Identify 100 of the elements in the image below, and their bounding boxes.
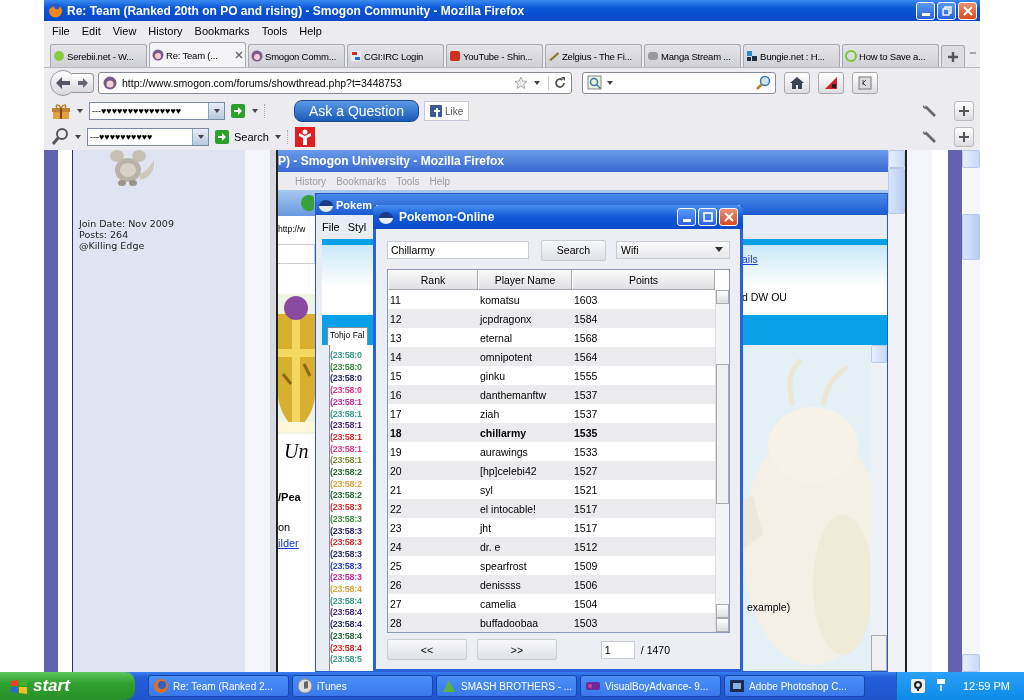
star-icon [514, 76, 528, 90]
tab-icon [647, 50, 659, 62]
tab-label: Serebii.net - W... [67, 50, 134, 62]
menu-item[interactable]: Styl [347, 221, 367, 233]
dropdown-button[interactable] [192, 129, 208, 145]
link[interactable]: ails [742, 253, 787, 265]
ball-icon [378, 210, 394, 224]
page-link[interactable]: ilder [278, 537, 315, 549]
like-button[interactable]: Like [423, 101, 470, 121]
close-button[interactable] [719, 208, 738, 226]
chat-timestamp: (23:58:0 [330, 350, 363, 362]
chat-timestamp: (23:58:2 [330, 467, 363, 479]
table-cell-text: 1517 [573, 521, 599, 534]
table-row[interactable]: 20 [hp]celebi42 1527 [388, 461, 715, 480]
tab-label: Bungie.net : H... [760, 50, 825, 62]
key-icon [858, 76, 872, 90]
caret-icon [533, 80, 541, 86]
taskbar-button[interactable]: Re: Team (Ranked 2... [148, 675, 289, 697]
table-cell-text: dr. e [479, 540, 502, 553]
tab-label: Re: Team (... [166, 49, 218, 61]
page-count: / 1470 [640, 643, 670, 656]
taskbar-button[interactable]: VisualBoyAdvance- 9... [580, 675, 721, 697]
tab-label: YouTube - Shin... [463, 50, 533, 62]
menu-item[interactable]: Bookmarks [188, 24, 256, 37]
menu-item[interactable]: Edit [75, 24, 107, 37]
add-button[interactable] [954, 127, 974, 147]
minimize-icon [921, 12, 930, 16]
restore-button[interactable] [937, 1, 956, 20]
caret-icon [273, 134, 282, 140]
table-cell-text: 1517 [573, 502, 599, 515]
chat-timestamp: (23:58:4 [330, 584, 363, 596]
table-cell-text: 1584 [573, 312, 599, 325]
table-row[interactable]: 12 jcpdragonx 1584 [388, 309, 715, 328]
figure-icon [294, 127, 315, 147]
ball-icon [318, 197, 334, 212]
browser-tab[interactable]: Bungie.net : H... [743, 44, 840, 67]
tab-icon [845, 50, 857, 62]
table-row[interactable]: 22 el intocable! 1517 [388, 499, 715, 518]
maximize-button[interactable] [698, 208, 717, 226]
table-row[interactable]: 26 denissss 1506 [388, 575, 715, 594]
home-button[interactable] [784, 72, 810, 94]
table-row[interactable]: 18 chillarmy 1535 [388, 423, 715, 442]
chat-tab[interactable]: Tohjo Fal [327, 327, 368, 345]
browser-tab[interactable]: YouTube - Shin... [446, 44, 543, 67]
app-icon [297, 678, 313, 694]
menu-item[interactable]: File [46, 24, 76, 37]
tier-dropdown[interactable]: Wifi [616, 241, 730, 259]
table-row[interactable]: 28 buffadoobaa 1503 [388, 613, 715, 632]
search-field[interactable]: Chillarmy [387, 241, 529, 259]
page-field[interactable]: 1 [600, 640, 635, 659]
new-tab-button[interactable] [941, 45, 965, 67]
dropdown-field[interactable]: ---♥♥♥♥♥♥♥♥♥♥ [87, 128, 209, 146]
search-button[interactable]: Search [214, 129, 269, 145]
tab-label: Manga Stream ... [661, 50, 731, 62]
table-cell-text: camelia [479, 597, 518, 610]
taskbar-button[interactable]: Adobe Photoshop C... [724, 675, 865, 697]
toolbar-button[interactable] [818, 72, 844, 94]
taskbar-button[interactable]: SMASH BROTHERS - ... [436, 675, 577, 697]
column-header[interactable]: Player Name [478, 270, 572, 290]
browser-tab[interactable]: Manga Stream ... [644, 44, 741, 67]
table-row[interactable]: 16 danthemanftw 1537 [388, 385, 715, 404]
menu-item[interactable]: Help [293, 24, 328, 37]
close-icon[interactable] [235, 51, 243, 59]
browser-tab[interactable]: Zelgius - The Fi... [545, 44, 642, 67]
menu-item[interactable]: Tools [255, 24, 294, 37]
next-button[interactable]: >> [477, 639, 557, 660]
caret-icon [251, 108, 259, 114]
ask-question-button[interactable]: Ask a Question [294, 100, 419, 122]
address-field[interactable]: http://www.smogon.com/forums/showthread.php?t=3448753 [98, 72, 572, 94]
menu-item[interactable]: File [322, 221, 340, 233]
previous-button[interactable]: << [387, 639, 467, 660]
chat-timestamp: (23:58:0 [330, 385, 363, 397]
table-row[interactable]: 14 omnipotent 1564 [388, 347, 715, 366]
table-cell-text: 22 [389, 502, 403, 515]
close-button[interactable] [958, 1, 977, 20]
forward-button[interactable] [72, 73, 94, 93]
text-field[interactable] [278, 244, 315, 264]
browser-tab[interactable]: Re: Team (... [149, 42, 246, 67]
search-button[interactable]: Search [541, 239, 606, 261]
browser-tab[interactable]: CGI:IRC Login [347, 44, 444, 67]
search-field[interactable] [582, 72, 776, 94]
minimize-button[interactable] [677, 208, 696, 226]
table-cell-text: 13 [389, 331, 403, 344]
menu-item[interactable]: History [142, 24, 189, 37]
add-button[interactable] [954, 101, 974, 121]
dropdown-field[interactable]: ---♥♥♥♥♥♥♥♥♥♥♥♥♥♥♥ [89, 102, 225, 120]
minimize-button[interactable] [916, 1, 935, 20]
column-header[interactable]: Points [572, 270, 715, 290]
caret-icon [196, 134, 205, 140]
table-cell-text: buffadoobaa [479, 616, 540, 629]
menu-item[interactable]: View [106, 24, 143, 37]
taskbar-button[interactable]: iTunes [292, 675, 433, 697]
dropdown-button[interactable] [208, 103, 224, 119]
browser-tab[interactable]: Serebii.net - W... [50, 44, 147, 67]
browser-tab[interactable]: Smogon Comm... [248, 44, 345, 67]
column-header[interactable]: Rank [388, 270, 478, 290]
start-button[interactable]: start [0, 672, 135, 700]
browser-tab[interactable]: How to Save a... [842, 44, 939, 67]
table-cell-text: 1509 [573, 559, 599, 572]
table-row[interactable]: 24 dr. e 1512 [388, 537, 715, 556]
